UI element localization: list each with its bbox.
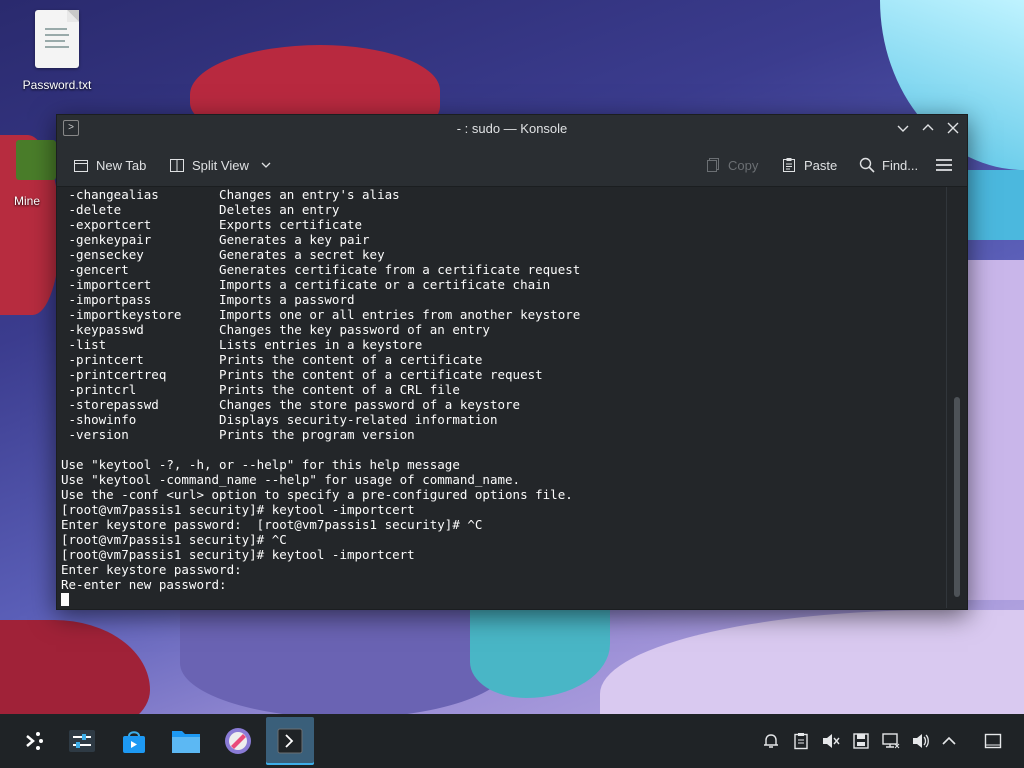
discover-store-icon[interactable] [110, 717, 158, 765]
terminal-line: -genseckey Generates a secret key [61, 247, 385, 262]
terminal-line: Use "keytool -?, -h, or --help" for this… [61, 457, 460, 472]
scrollbar[interactable] [946, 187, 967, 608]
terminal-line: -list Lists entries in a keystore [61, 337, 423, 352]
new-tab-label: New Tab [96, 157, 147, 173]
volume-icon[interactable] [910, 730, 932, 752]
split-view-icon [169, 157, 185, 173]
terminal-line: -changealias Changes an entry's alias [61, 187, 400, 202]
desktop-icon-label: Mine [14, 194, 41, 208]
close-icon[interactable] [943, 119, 963, 139]
show-desktop-icon[interactable] [982, 730, 1004, 752]
text-file-icon [35, 10, 79, 68]
terminal-line: -keypasswd Changes the key password of a… [61, 322, 490, 337]
copy-button[interactable]: Copy [705, 154, 758, 176]
terminal-output[interactable]: -changealias Changes an entry's alias -d… [57, 187, 945, 608]
terminal-line: -printcertreq Prints the content of a ce… [61, 367, 543, 382]
terminal-line: -printcert Prints the content of a certi… [61, 352, 483, 367]
terminal-line: -storepasswd Changes the store password … [61, 397, 521, 412]
find-button[interactable]: Find... [859, 154, 918, 176]
paste-button[interactable]: Paste [781, 154, 837, 176]
find-label: Find... [882, 157, 919, 173]
terminal-line: -genkeypair Generates a key pair [61, 232, 370, 247]
wallpaper-shape [966, 260, 1024, 600]
terminal-line: -gencert Generates certificate from a ce… [61, 262, 581, 277]
konsole-icon[interactable] [266, 717, 314, 765]
clipboard-icon[interactable] [790, 730, 812, 752]
konsole-window: > - : sudo — Konsole New Tab Split View [56, 114, 968, 610]
konsole-app-icon[interactable]: > [63, 120, 79, 136]
terminal-line: Use "keytool -command_name --help" for u… [61, 472, 521, 487]
storage-icon[interactable] [850, 730, 872, 752]
desktop-icon-label: Password.txt [22, 78, 92, 92]
terminal-line: Enter keystore password: [root@vm7passis… [61, 517, 483, 532]
maximize-icon[interactable] [918, 119, 938, 139]
minecraft-icon [16, 140, 56, 180]
toolbar: New Tab Split View Copy Paste Find... [57, 142, 967, 187]
terminal-line: -delete Deletes an entry [61, 202, 340, 217]
search-icon [859, 157, 875, 173]
split-view-button[interactable]: Split View [169, 154, 276, 176]
terminal-line: -importkeystore Imports one or all entri… [61, 307, 581, 322]
terminal-line: -importpass Imports a password [61, 292, 355, 307]
terminal-line: [root@vm7passis1 security]# ^C [61, 532, 287, 547]
wallpaper-shape [470, 608, 610, 698]
terminal-line: -importcert Imports a certificate or a c… [61, 277, 551, 292]
terminal-line: -exportcert Exports certificate [61, 217, 363, 232]
dolphin-files-icon[interactable] [162, 717, 210, 765]
paste-icon [781, 157, 797, 173]
terminal-line: -version Prints the program version [61, 427, 415, 442]
new-tab-icon [73, 157, 89, 173]
terminal-line: -showinfo Displays security-related info… [61, 412, 498, 427]
audio-muted-icon[interactable] [820, 730, 842, 752]
krita-icon[interactable] [214, 717, 262, 765]
split-view-label: Split View [192, 157, 249, 173]
titlebar[interactable]: > - : sudo — Konsole [57, 115, 967, 142]
desktop-icon-minecraft[interactable]: Mine [14, 140, 58, 208]
terminal-line: [root@vm7passis1 security]# keytool -imp… [61, 547, 415, 562]
window-title: - : sudo — Konsole [456, 121, 568, 136]
hamburger-menu-icon[interactable] [935, 154, 953, 176]
wallpaper-shape [180, 608, 510, 718]
wallpaper-shape [966, 170, 1024, 240]
network-icon[interactable] [880, 730, 902, 752]
terminal-line: Re-enter new password: [61, 577, 227, 592]
notifications-icon[interactable] [760, 730, 782, 752]
copy-icon [705, 157, 721, 173]
terminal-line: Enter keystore password: [61, 562, 242, 577]
expand-tray-icon[interactable] [938, 730, 960, 752]
taskbar [0, 714, 1024, 768]
new-tab-button[interactable]: New Tab [73, 154, 146, 176]
chevron-down-icon[interactable] [260, 157, 276, 173]
scrollbar-thumb[interactable] [954, 397, 960, 597]
terminal-line: Use the -conf <url> option to specify a … [61, 487, 573, 502]
system-settings-icon[interactable] [58, 717, 106, 765]
paste-label: Paste [804, 157, 838, 173]
terminal-line: [root@vm7passis1 security]# keytool -imp… [61, 502, 415, 517]
terminal-text: -changealias Changes an entry's alias -d… [57, 187, 945, 607]
copy-label: Copy [728, 157, 759, 173]
terminal-line: -printcrl Prints the content of a CRL fi… [61, 382, 460, 397]
wallpaper-shape [600, 610, 1024, 715]
desktop-icon-password-txt[interactable]: Password.txt [12, 10, 102, 92]
minimize-icon[interactable] [893, 119, 913, 139]
terminal-cursor [61, 593, 69, 606]
application-launcher-icon[interactable] [10, 717, 58, 765]
